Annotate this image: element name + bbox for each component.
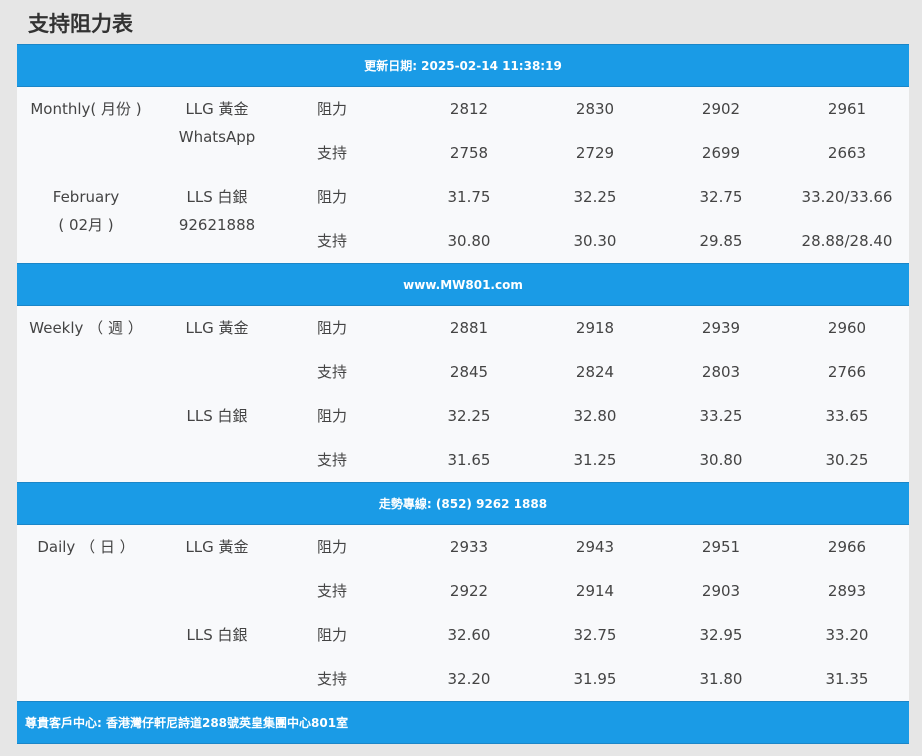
- row-type: 阻力: [317, 626, 348, 644]
- row-type: 阻力: [317, 407, 348, 425]
- table-row: 支持 31.65 31.25 30.80 30.25: [17, 438, 909, 482]
- table-row: 支持 2758 2729 2699 2663: [17, 131, 909, 175]
- value-cell: 31.80: [699, 670, 743, 688]
- row-type: 支持: [317, 232, 348, 250]
- value-cell: 2939: [701, 319, 741, 337]
- value-cell: 2812: [449, 100, 489, 118]
- value-cell: 2922: [449, 582, 489, 600]
- row-type: 阻力: [317, 188, 348, 206]
- row-type: 阻力: [317, 100, 348, 118]
- value-cell: 31.25: [573, 451, 617, 469]
- table-row: 阻力 32.60 32.75 32.95 33.20: [17, 613, 909, 657]
- value-cell: 2903: [701, 582, 741, 600]
- row-type: 支持: [317, 363, 348, 381]
- table-row: 阻力 2933 2943 2951 2966: [17, 525, 909, 569]
- table-row: 支持 30.80 30.30 29.85 28.88/28.40: [17, 219, 909, 263]
- monthly-section: Monthly( 月份 ) February ( 02月 ) LLG 黃金 Wh…: [17, 87, 909, 263]
- value-cell: 33.20: [825, 626, 869, 644]
- value-cell: 2933: [449, 538, 489, 556]
- website-bar: www.MW801.com: [17, 263, 909, 306]
- value-cell: 2918: [575, 319, 615, 337]
- table-row: 阻力 31.75 32.25 32.75 33.20/33.66: [17, 175, 909, 219]
- value-cell: 2966: [827, 538, 867, 556]
- value-cell: 2830: [575, 100, 615, 118]
- table-row: 支持 32.20 31.95 31.80 31.35: [17, 657, 909, 701]
- row-type: 支持: [317, 144, 348, 162]
- table-row: 阻力 2881 2918 2939 2960: [17, 306, 909, 350]
- value-cell: 2803: [701, 363, 741, 381]
- value-cell: 29.85: [699, 232, 743, 250]
- value-cell: 32.75: [573, 626, 617, 644]
- value-cell: 2914: [575, 582, 615, 600]
- value-cell: 30.80: [447, 232, 491, 250]
- daily-section: Daily （ 日 ） LLG 黃金 LLS 白銀 阻力 2933 2943 2…: [17, 525, 909, 701]
- value-cell: 2729: [575, 144, 615, 162]
- value-cell: 2893: [827, 582, 867, 600]
- value-cell: 33.65: [825, 407, 869, 425]
- value-cell: 2881: [449, 319, 489, 337]
- table-row: 支持 2922 2914 2903 2893: [17, 569, 909, 613]
- value-cell: 30.30: [573, 232, 617, 250]
- row-type: 支持: [317, 451, 348, 469]
- value-cell: 31.95: [573, 670, 617, 688]
- value-cell: 2766: [827, 363, 867, 381]
- update-date-bar: 更新日期: 2025-02-14 11:38:19: [17, 44, 909, 87]
- value-cell: 31.35: [825, 670, 869, 688]
- address-footer-bar: 尊貴客戶中心: 香港灣仔軒尼詩道288號英皇集團中心801室: [17, 701, 909, 744]
- table-row: 支持 2845 2824 2803 2766: [17, 350, 909, 394]
- value-cell: 32.20: [447, 670, 491, 688]
- value-cell: 32.95: [699, 626, 743, 644]
- value-cell: 28.88/28.40: [801, 232, 893, 250]
- value-cell: 32.25: [447, 407, 491, 425]
- row-type: 支持: [317, 582, 348, 600]
- value-cell: 31.65: [447, 451, 491, 469]
- page-title: 支持阻力表: [28, 12, 133, 36]
- value-cell: 2902: [701, 100, 741, 118]
- table-row: 阻力 2812 2830 2902 2961: [17, 87, 909, 131]
- row-type: 阻力: [317, 538, 348, 556]
- value-cell: 2758: [449, 144, 489, 162]
- value-cell: 2951: [701, 538, 741, 556]
- value-cell: 30.25: [825, 451, 869, 469]
- value-cell: 2699: [701, 144, 741, 162]
- weekly-section: Weekly （ 週 ） LLG 黃金 LLS 白銀 阻力 2881 2918 …: [17, 306, 909, 482]
- row-type: 支持: [317, 670, 348, 688]
- value-cell: 32.25: [573, 188, 617, 206]
- value-cell: 30.80: [699, 451, 743, 469]
- value-cell: 2824: [575, 363, 615, 381]
- value-cell: 31.75: [447, 188, 491, 206]
- value-cell: 2845: [449, 363, 489, 381]
- support-resistance-table: 更新日期: 2025-02-14 11:38:19 Monthly( 月份 ) …: [17, 44, 909, 744]
- value-cell: 33.25: [699, 407, 743, 425]
- row-type: 阻力: [317, 319, 348, 337]
- hotline-bar: 走勢專線: (852) 9262 1888: [17, 482, 909, 525]
- value-cell: 2943: [575, 538, 615, 556]
- value-cell: 33.20/33.66: [801, 188, 893, 206]
- table-row: 阻力 32.25 32.80 33.25 33.65: [17, 394, 909, 438]
- value-cell: 32.75: [699, 188, 743, 206]
- value-cell: 2663: [827, 144, 867, 162]
- value-cell: 2960: [827, 319, 867, 337]
- value-cell: 2961: [827, 100, 867, 118]
- value-cell: 32.60: [447, 626, 491, 644]
- value-cell: 32.80: [573, 407, 617, 425]
